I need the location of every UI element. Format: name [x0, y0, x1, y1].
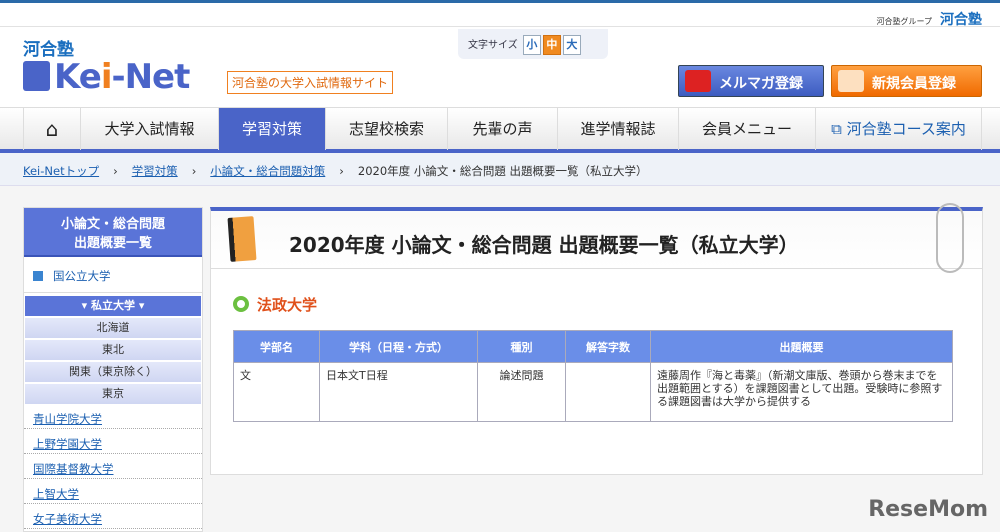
- university-name: 法政大学: [257, 296, 318, 314]
- column-header: 解答字数: [565, 330, 651, 363]
- sidebar-title: 小論文・総合問題 出題概要一覧: [24, 208, 202, 257]
- register-label: 新規会員登録: [872, 76, 956, 92]
- page-title-bar: 2020年度 小論文・総合問題 出題概要一覧（私立大学）: [211, 203, 982, 273]
- mail-magazine-label: メルマガ登録: [719, 76, 803, 92]
- page-title: 2020年度 小論文・総合問題 出題概要一覧（私立大学）: [289, 233, 799, 257]
- university-link[interactable]: 青山学院大学: [33, 412, 102, 426]
- mail-magazine-button[interactable]: メルマガ登録: [678, 65, 824, 97]
- faculty-cell: 文: [233, 362, 320, 422]
- summary-cell: 遠藤周作『海と毒薬』（新潮文庫版、巻頭から巻末までを出題範囲とする）を課題図書と…: [650, 362, 953, 422]
- university-link[interactable]: 上智大学: [33, 487, 79, 501]
- university-heading: 法政大学: [233, 294, 317, 315]
- tagline: 河合塾の大学入試情報サイト: [227, 71, 394, 94]
- nav-member-menu[interactable]: 会員メニュー: [678, 108, 815, 150]
- sidebar-item-national[interactable]: 国公立大学: [24, 257, 202, 293]
- paperclip-icon: [936, 203, 964, 273]
- list-item: 上野学園大学: [24, 429, 202, 454]
- sidebar-title-line2: 出題概要一覧: [73, 236, 152, 251]
- main-panel: 2020年度 小論文・総合問題 出題概要一覧（私立大学） 法政大学 学部名 学科…: [210, 203, 983, 475]
- summary-table: 学部名 学科（日程・方式） 種別 解答字数 出題概要 文 日本文T日程 論述問題…: [233, 330, 953, 422]
- register-button[interactable]: 新規会員登録: [831, 65, 982, 97]
- sidebar-national-label: 国公立大学: [53, 269, 111, 283]
- university-link[interactable]: 国際基督教大学: [33, 462, 114, 476]
- department-cell: 日本文T日程: [319, 362, 478, 422]
- nav-exam-info[interactable]: 大学入試情報: [80, 108, 218, 150]
- logo-text-i: i: [100, 57, 113, 97]
- nav-magazine[interactable]: 進学情報誌: [557, 108, 678, 150]
- nav-school-search[interactable]: 志望校検索: [325, 108, 447, 150]
- table-header-row: 学部名 学科（日程・方式） 種別 解答字数 出題概要: [233, 330, 953, 363]
- sidebar-title-line1: 小論文・総合問題: [60, 217, 165, 232]
- font-size-switcher: 文字サイズ 小中大: [458, 29, 608, 59]
- logo-text-net: -Net: [111, 57, 190, 97]
- university-link[interactable]: 上野学園大学: [33, 437, 102, 451]
- font-size-small[interactable]: 小: [522, 35, 541, 55]
- group-label: 河合塾グループ: [876, 17, 932, 26]
- main-nav: ⌂ 大学入試情報 学習対策 志望校検索 先輩の声 進学情報誌 会員メニュー ⧉ …: [0, 107, 1000, 153]
- resemom-watermark: ReseMom: [868, 497, 988, 522]
- list-item: 国際基督教大学: [24, 454, 202, 479]
- table-row: 文 日本文T日程 論述問題 遠藤周作『海と毒薬』（新潮文庫版、巻頭から巻末までを…: [233, 362, 953, 422]
- list-item: 女子美術大学: [24, 504, 202, 529]
- sidebar: 小論文・総合問題 出題概要一覧 国公立大学 ▾ 私立大学 ▾ 北海道 東北 関東（…: [23, 207, 203, 532]
- column-header: 種別: [477, 330, 566, 363]
- mailbox-icon: [685, 70, 711, 92]
- sidebar-private-header[interactable]: ▾ 私立大学 ▾: [25, 296, 201, 316]
- breadcrumb-study[interactable]: 学習対策: [132, 164, 178, 178]
- university-link[interactable]: 女子美術大学: [33, 512, 102, 526]
- breadcrumb: Kei-Netトップ › 学習対策 › 小論文・総合問題対策 › 2020年度 小論文・総合…: [0, 153, 1000, 186]
- group-link[interactable]: 河合塾グループ 河合塾: [876, 9, 982, 29]
- header: 河合塾 Kei-Net 河合塾の大学入試情報サイト 文字サイズ 小中大 メルマガ…: [0, 27, 1000, 107]
- breadcrumb-separator: ›: [191, 164, 197, 178]
- circle-bullet-icon: [233, 296, 249, 312]
- arrow-right-icon: [33, 271, 43, 281]
- book-pen-icon: [227, 216, 257, 262]
- group-strip: 河合塾グループ 河合塾: [0, 3, 1000, 29]
- breadcrumb-separator: ›: [113, 164, 118, 178]
- breadcrumb-essay[interactable]: 小論文・総合問題対策: [210, 164, 325, 178]
- book-logo-icon: [23, 61, 50, 91]
- list-item: 上智大学: [24, 479, 202, 504]
- nav-course-guide[interactable]: ⧉ 河合塾コース案内: [815, 108, 982, 150]
- breadcrumb-home[interactable]: Kei-Netトップ: [23, 164, 99, 178]
- column-header: 出題概要: [650, 330, 953, 363]
- column-header: 学部名: [233, 330, 320, 363]
- students-icon: [838, 70, 864, 92]
- logo-text: Ke: [54, 57, 102, 97]
- type-cell: 論述問題: [477, 362, 566, 422]
- sidebar-region[interactable]: 東京: [25, 384, 201, 404]
- group-logo: 河合塾: [940, 12, 982, 28]
- font-size-medium[interactable]: 中: [542, 35, 561, 55]
- breadcrumb-separator: ›: [339, 164, 344, 178]
- nav-study[interactable]: 学習対策: [218, 108, 325, 150]
- list-item: 青山学院大学: [24, 404, 202, 429]
- nav-senior-voice[interactable]: 先輩の声: [447, 108, 557, 150]
- answer-length-cell: [565, 362, 651, 422]
- font-size-large[interactable]: 大: [562, 35, 581, 55]
- sidebar-region[interactable]: 東北: [25, 340, 201, 360]
- nav-home[interactable]: ⌂: [23, 108, 80, 150]
- breadcrumb-current: 2020年度 小論文・総合問題 出題概要一覧（私立大学）: [357, 164, 648, 178]
- font-size-label: 文字サイズ: [468, 40, 518, 51]
- kei-net-logo[interactable]: Kei-Net: [23, 57, 190, 97]
- column-header: 学科（日程・方式）: [319, 330, 478, 363]
- home-icon: ⌂: [45, 117, 59, 141]
- sidebar-region[interactable]: 北海道: [25, 318, 201, 338]
- sidebar-region[interactable]: 関東（東京除く）: [25, 362, 201, 382]
- external-window-icon: ⧉: [831, 120, 847, 138]
- nav-course-guide-label: 河合塾コース案内: [846, 120, 966, 138]
